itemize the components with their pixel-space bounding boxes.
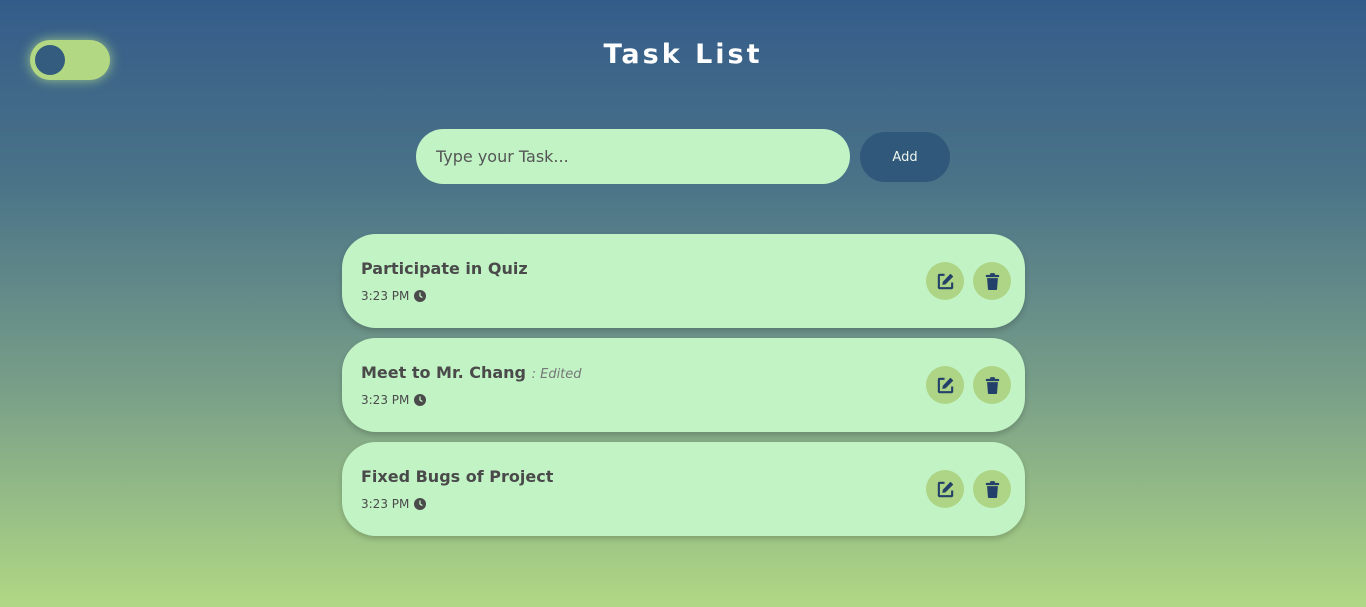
- task-text: Meet to Mr. Chang : Edited: [361, 363, 582, 382]
- trash-icon: [985, 376, 999, 394]
- trash-icon: [985, 480, 999, 498]
- task-text: Participate in Quiz: [361, 259, 528, 278]
- delete-button[interactable]: [973, 470, 1011, 508]
- edit-icon: [937, 377, 953, 393]
- task-time: 3:23 PM: [361, 289, 427, 303]
- edit-button[interactable]: [926, 262, 964, 300]
- task-title: Fixed Bugs of Project: [361, 467, 554, 486]
- task-time-label: 3:23 PM: [361, 497, 410, 511]
- task-title: Participate in Quiz: [361, 259, 528, 278]
- task-item: Participate in Quiz 3:23 PM: [342, 234, 1025, 328]
- task-item: Meet to Mr. Chang : Edited 3:23 PM: [342, 338, 1025, 432]
- task-item: Fixed Bugs of Project 3:23 PM: [342, 442, 1025, 536]
- task-time: 3:23 PM: [361, 497, 427, 511]
- trash-icon: [985, 272, 999, 290]
- add-button[interactable]: Add: [860, 132, 950, 182]
- edit-button[interactable]: [926, 366, 964, 404]
- task-time: 3:23 PM: [361, 393, 427, 407]
- edit-icon: [937, 481, 953, 497]
- task-input[interactable]: [416, 129, 850, 184]
- delete-button[interactable]: [973, 366, 1011, 404]
- clock-icon: [414, 394, 427, 406]
- task-title: Meet to Mr. Chang: [361, 363, 527, 382]
- delete-button[interactable]: [973, 262, 1011, 300]
- clock-icon: [414, 498, 427, 510]
- task-list: Participate in Quiz 3:23 PM Meet to Mr. …: [342, 234, 1025, 546]
- page-title: Task List: [603, 39, 763, 70]
- clock-icon: [414, 290, 427, 302]
- task-time-label: 3:23 PM: [361, 393, 410, 407]
- edited-tag: : Edited: [531, 367, 582, 382]
- task-time-label: 3:23 PM: [361, 289, 410, 303]
- task-text: Fixed Bugs of Project: [361, 467, 553, 486]
- edit-icon: [937, 273, 953, 289]
- edit-button[interactable]: [926, 470, 964, 508]
